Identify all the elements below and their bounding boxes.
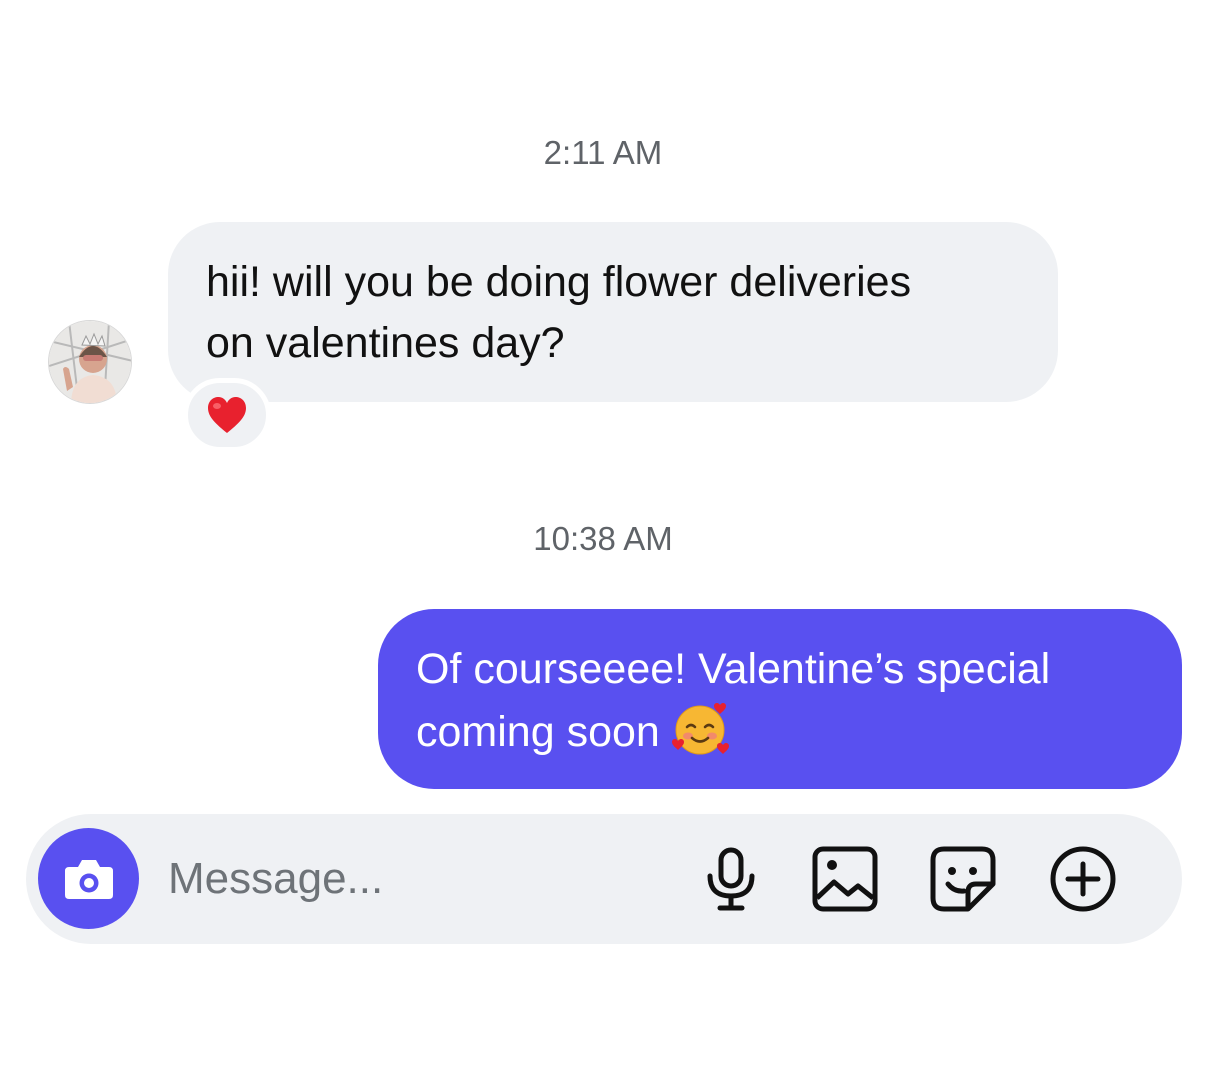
- outgoing-message-line-1: Of courseeee! Valentine’s special: [416, 645, 1051, 693]
- microphone-icon: [707, 847, 755, 911]
- plus-icon: [1050, 846, 1116, 912]
- gallery-icon: [812, 846, 878, 912]
- timestamp: 10:38 AM: [533, 520, 673, 557]
- outgoing-message-bubble[interactable]: Of courseeee! Valentine’s special coming…: [378, 609, 1182, 789]
- plus-button[interactable]: [1050, 846, 1116, 912]
- incoming-message-bubble[interactable]: hii! will you be doing flower deliveries…: [168, 222, 1058, 402]
- camera-button[interactable]: [38, 828, 139, 929]
- avatar-photo: [49, 321, 131, 403]
- incoming-message-line-1: hii! will you be doing flower deliveries: [206, 258, 912, 306]
- red-heart-icon: [208, 397, 246, 433]
- outgoing-message-line-2-row: coming soon: [416, 700, 1146, 775]
- camera-icon: [64, 859, 113, 899]
- timestamp: 2:11 AM: [543, 134, 663, 171]
- microphone-button[interactable]: [698, 846, 764, 912]
- avatar[interactable]: [48, 320, 132, 404]
- message-input[interactable]: [168, 848, 648, 910]
- gallery-button[interactable]: [812, 846, 878, 912]
- heart-reaction[interactable]: [183, 378, 271, 452]
- smiling-face-with-hearts-icon: [670, 700, 732, 775]
- sticker-icon: [930, 846, 996, 912]
- sticker-button[interactable]: [930, 846, 996, 912]
- incoming-message-line-2: on valentines day?: [206, 319, 565, 367]
- outgoing-message-line-2: coming soon: [416, 708, 660, 756]
